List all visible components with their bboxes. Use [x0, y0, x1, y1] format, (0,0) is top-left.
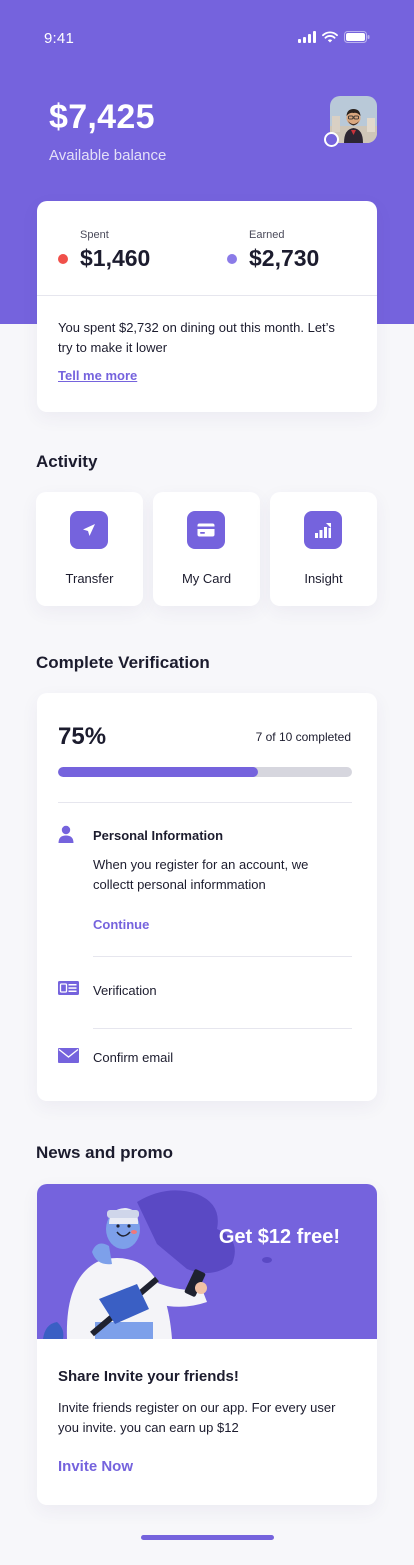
activity-label: Insight	[304, 571, 343, 586]
mail-icon	[58, 1048, 79, 1063]
verification-percent: 75%	[58, 723, 107, 750]
step-description: When you register for an account, we col…	[93, 857, 309, 892]
avatar-status-indicator	[324, 132, 339, 147]
status-bar: 9:41	[0, 0, 414, 78]
invite-now-button[interactable]: Invite Now	[58, 1458, 133, 1475]
balance-amount: $7,425	[49, 98, 155, 136]
status-icons	[298, 31, 370, 43]
divider	[93, 1028, 352, 1029]
continue-link[interactable]: Continue	[93, 917, 149, 932]
promo-text: Invite friends register on our app. For …	[58, 1400, 336, 1435]
activity-label: Transfer	[65, 571, 114, 586]
step-title: Confirm email	[93, 1050, 174, 1065]
step-title: Verification	[93, 983, 157, 998]
spent-label: Spent	[80, 229, 109, 241]
card-icon	[187, 511, 225, 549]
home-indicator[interactable]	[141, 1535, 274, 1540]
news-title: News and promo	[36, 1143, 173, 1162]
activity-label: My Card	[181, 571, 232, 586]
divider	[93, 956, 352, 957]
verification-card: 75% 7 of 10 completed Personal Informati…	[37, 693, 377, 1101]
status-time: 9:41	[44, 30, 74, 47]
activity-insight[interactable]: Insight	[270, 492, 377, 606]
divider	[58, 802, 352, 803]
activity-title: Activity	[36, 452, 98, 471]
promo-card[interactable]: Get $12 free! Share Invite your friends!…	[37, 1184, 377, 1505]
verification-progress-fill	[58, 767, 258, 777]
summary-card: Spent $1,460 Earned $2,730 You spent $2,…	[37, 201, 377, 412]
tell-me-more-link[interactable]: Tell me more	[58, 368, 137, 383]
promo-illustration	[43, 1190, 272, 1339]
activity-my-card[interactable]: My Card	[153, 492, 260, 606]
send-icon	[70, 511, 108, 549]
earned-stat: Earned $2,730	[227, 229, 319, 272]
person-icon	[58, 825, 74, 843]
signal-icon	[298, 31, 316, 43]
earned-label: Earned	[249, 229, 285, 241]
summary-divider	[37, 295, 377, 296]
verification-title: Complete Verification	[36, 653, 210, 672]
step-title: Personal Information	[93, 828, 224, 843]
verification-count: 7 of 10 completed	[255, 730, 351, 744]
promo-title: Share Invite your friends!	[58, 1368, 239, 1385]
wifi-icon	[322, 31, 338, 43]
promo-headline: Get $12 free!	[218, 1226, 340, 1248]
spent-value: $1,460	[80, 245, 151, 271]
battery-icon	[344, 31, 370, 43]
verification-progress	[58, 767, 352, 777]
id-card-icon	[58, 981, 79, 995]
chart-icon	[304, 511, 342, 549]
promo-banner: Get $12 free!	[37, 1184, 377, 1339]
spent-stat: Spent $1,460	[58, 229, 150, 272]
balance-label: Available balance	[49, 147, 167, 164]
activity-transfer[interactable]: Transfer	[36, 492, 143, 606]
spent-dot	[58, 253, 68, 264]
earned-dot	[227, 253, 237, 264]
earned-value: $2,730	[249, 245, 320, 271]
spending-message: You spent $2,732 on dining out this mont…	[58, 320, 335, 355]
